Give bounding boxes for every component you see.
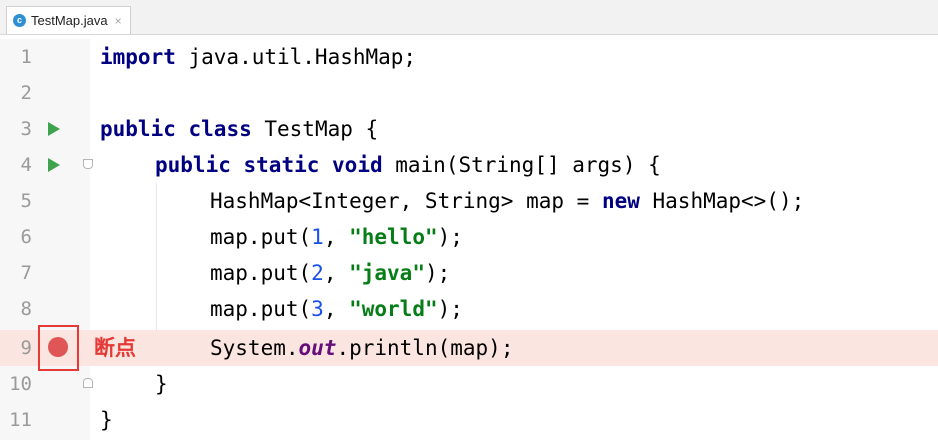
code-line-10[interactable]: 10 } [0, 366, 938, 402]
tab-testmap-java[interactable]: c TestMap.java × [6, 6, 131, 34]
breakpoint-annotation: 断点 [94, 335, 136, 360]
line-number: 5 [20, 190, 32, 212]
java-class-icon: c [13, 14, 26, 27]
code-text: } [155, 372, 168, 396]
code-line-7[interactable]: 7 map.put(2, "java"); [0, 255, 938, 291]
line-number: 6 [20, 226, 32, 248]
close-icon[interactable]: × [115, 14, 122, 28]
code-line-1[interactable]: 1 import java.util.HashMap; [0, 39, 938, 75]
code-line-3[interactable]: 3 public class TestMap { [0, 111, 938, 147]
code-text: public class TestMap { [100, 117, 379, 141]
line-number: 2 [20, 82, 32, 104]
code-text: public static void main(String[] args) { [155, 153, 661, 177]
code-line-2[interactable]: 2 [0, 75, 938, 111]
code-line-4[interactable]: 4 public static void main(String[] args)… [0, 147, 938, 183]
code-text: map.put(3, "world"); [210, 297, 463, 321]
tab-label: TestMap.java [31, 13, 108, 28]
run-icon[interactable] [48, 122, 60, 136]
code-line-5[interactable]: 5 HashMap<Integer, String> map = new Has… [0, 183, 938, 219]
code-text: map.put(1, "hello"); [210, 225, 463, 249]
line-number: 4 [20, 154, 32, 176]
line-number: 10 [9, 373, 32, 395]
code-line-6[interactable]: 6 map.put(1, "hello"); [0, 219, 938, 255]
line-number: 9 [20, 337, 32, 359]
line-number: 1 [20, 46, 32, 68]
line-number: 7 [20, 262, 32, 284]
line-number: 3 [20, 118, 32, 140]
code-text: HashMap<Integer, String> map = new HashM… [210, 189, 805, 213]
line-number: 11 [9, 409, 32, 431]
editor-tab-bar: c TestMap.java × [0, 0, 938, 35]
fold-icon[interactable] [83, 159, 93, 169]
code-text: } [100, 408, 113, 432]
run-icon[interactable] [48, 158, 60, 172]
code-text: System.out.println(map); [210, 336, 514, 360]
code-text: import java.util.HashMap; [100, 45, 417, 69]
code-line-9-breakpoint[interactable]: 9 System.out.println(map); [0, 330, 938, 366]
code-line-11[interactable]: 11 } [0, 402, 938, 438]
fold-icon[interactable] [83, 378, 93, 388]
line-number: 8 [20, 298, 32, 320]
code-text: map.put(2, "java"); [210, 261, 451, 285]
breakpoint-icon[interactable] [48, 337, 68, 357]
code-line-8[interactable]: 8 map.put(3, "world"); [0, 291, 938, 327]
